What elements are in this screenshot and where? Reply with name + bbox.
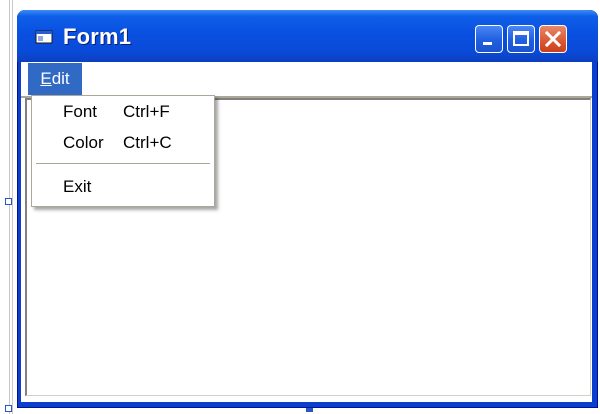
form-icon (35, 30, 53, 44)
menu-edit[interactable]: Edit (28, 63, 82, 95)
designer-guide-left-inner (12, 0, 13, 414)
close-button[interactable] (539, 25, 567, 53)
minimize-icon (483, 42, 492, 45)
title-bar[interactable]: Form1 (17, 10, 598, 62)
menu-item-label: Font (63, 102, 98, 121)
menu-item-shortcut: Ctrl+F (123, 102, 170, 121)
designer-guide-left (9, 0, 10, 414)
resize-handle-left[interactable] (5, 198, 12, 205)
menu-item-color[interactable]: Color Ctrl+C (32, 131, 214, 155)
form-window: Form1 Edit (17, 10, 598, 408)
menu-item-exit[interactable]: Exit (32, 175, 214, 199)
close-icon (544, 30, 562, 48)
window-title: Form1 (63, 24, 132, 49)
menu-item-label: Exit (63, 177, 92, 196)
menu-item-font[interactable]: Font Ctrl+F (32, 100, 214, 124)
menu-item-shortcut: Ctrl+C (123, 133, 172, 152)
menu-edit-label: dit (51, 69, 70, 88)
resize-handle-bottom-left[interactable] (5, 405, 12, 412)
menu-edit-mnemonic: E (40, 69, 52, 88)
maximize-button[interactable] (507, 25, 535, 53)
maximize-icon (513, 31, 529, 46)
menu-item-label: Color (63, 133, 104, 152)
menu-separator (36, 163, 210, 164)
menu-bar: Edit (21, 62, 592, 98)
minimize-button[interactable] (475, 25, 503, 53)
edit-dropdown-menu: Font Ctrl+F Color Ctrl+C Exit (31, 95, 215, 207)
